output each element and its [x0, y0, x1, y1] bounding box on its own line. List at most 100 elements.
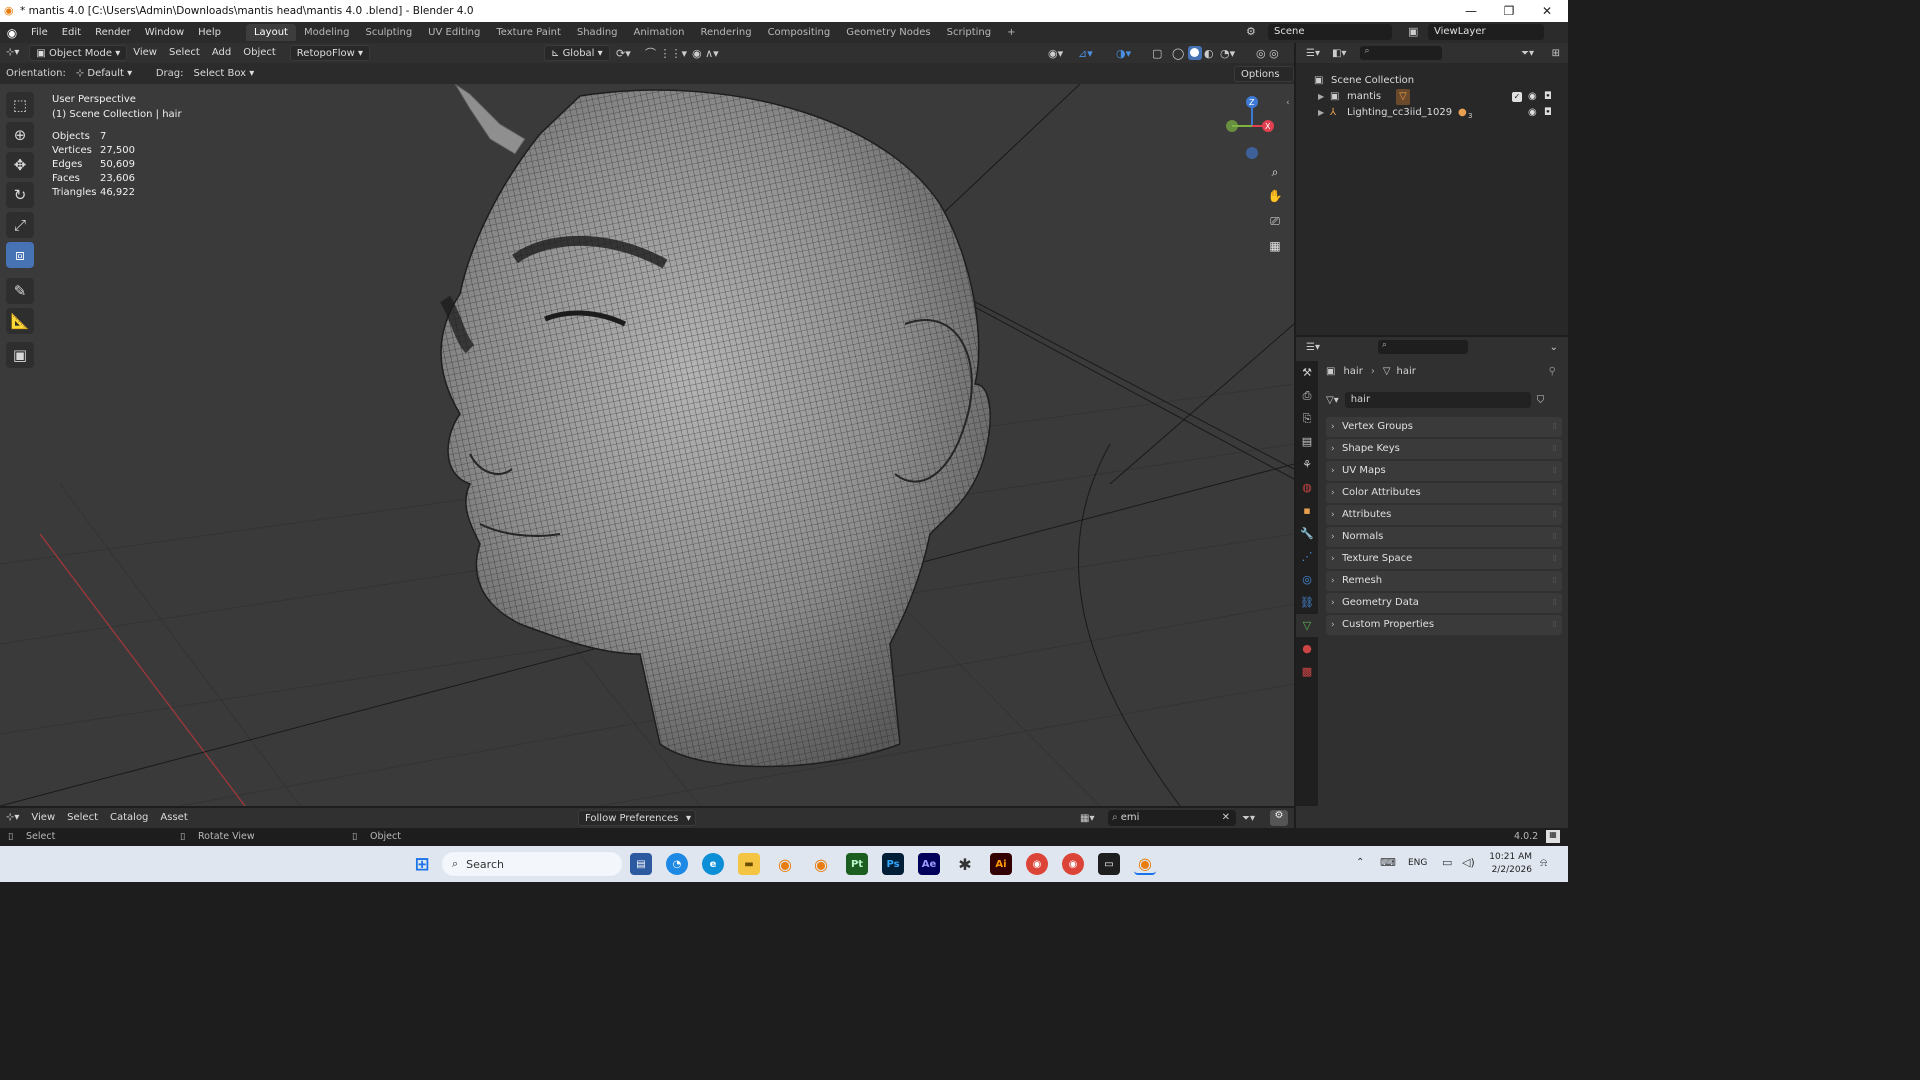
- close-window-button[interactable]: ✕: [1528, 0, 1566, 22]
- store-app-icon[interactable]: ▤: [630, 853, 652, 875]
- drag-grip-icon[interactable]: ⁞⁞: [1552, 593, 1557, 613]
- drag-grip-icon[interactable]: ⁞⁞: [1552, 461, 1557, 481]
- add-workspace-button[interactable]: +: [999, 24, 1023, 41]
- scene-selector-icon[interactable]: ⚙: [1246, 25, 1256, 38]
- drag-grip-icon[interactable]: ⁞⁞: [1552, 549, 1557, 569]
- eye-icon[interactable]: ◉: [1528, 89, 1537, 105]
- panel-geometry-data[interactable]: › Geometry Data ⁞⁞: [1326, 593, 1562, 613]
- editor-type-icon[interactable]: ⊹▾: [0, 45, 25, 61]
- edge-helper-app-icon[interactable]: ◔: [666, 853, 688, 875]
- clear-search-icon[interactable]: ✕: [1222, 810, 1230, 826]
- panel-color-attributes[interactable]: › Color Attributes ⁞⁞: [1326, 483, 1562, 503]
- asset-editor-icon[interactable]: ⊹▾: [0, 810, 25, 826]
- physics-tab-icon[interactable]: ◎: [1296, 568, 1318, 591]
- visibility-icon[interactable]: ◉▾: [1048, 47, 1063, 60]
- pivot-point-icon[interactable]: ⟳▾: [616, 47, 631, 60]
- navigation-gizmo[interactable]: Z X: [1222, 92, 1282, 162]
- tab-layout[interactable]: Layout: [245, 24, 296, 41]
- transform-orientation-dropdown[interactable]: ⊾ Global ▾: [544, 45, 610, 61]
- panel-vertex-groups[interactable]: › Vertex Groups ⁞⁞: [1326, 417, 1562, 437]
- scale-tool-icon[interactable]: ⤢: [6, 212, 34, 238]
- drag-grip-icon[interactable]: ⁞⁞: [1552, 483, 1557, 503]
- asset-menu-select[interactable]: Select: [61, 810, 104, 826]
- keyboard-icon[interactable]: ⌨: [1380, 856, 1396, 869]
- minimize-button[interactable]: —: [1452, 0, 1490, 22]
- outliner-item-scene-collection[interactable]: ▣ Scene Collection: [1296, 73, 1568, 89]
- output-tab-icon[interactable]: ⎘: [1296, 407, 1318, 430]
- taskbar-search-box[interactable]: ⌕ Search: [442, 852, 622, 876]
- tab-compositing[interactable]: Compositing: [760, 24, 839, 41]
- after-effects-icon[interactable]: Ae: [918, 853, 940, 875]
- blender-app-icon[interactable]: ◉: [774, 853, 796, 875]
- tool-tab-icon[interactable]: ⚒: [1296, 361, 1318, 384]
- panel-shape-keys[interactable]: › Shape Keys ⁞⁞: [1326, 439, 1562, 459]
- asset-menu-asset[interactable]: Asset: [154, 810, 193, 826]
- volume-icon[interactable]: ◁): [1462, 856, 1475, 869]
- modifier-tab-icon[interactable]: 🔧: [1296, 522, 1318, 545]
- display-mode-grid-icon[interactable]: ▦▾: [1080, 813, 1094, 824]
- menu-view[interactable]: View: [127, 45, 163, 61]
- terminal-icon[interactable]: ▭: [1098, 853, 1120, 875]
- panel-normals[interactable]: › Normals ⁞⁞: [1326, 527, 1562, 547]
- menu-select[interactable]: Select: [163, 45, 206, 61]
- view-layer-tab-icon[interactable]: ▤: [1296, 430, 1318, 453]
- ortho-grid-icon[interactable]: ▦: [1265, 236, 1285, 256]
- transform-tool-icon[interactable]: ⧈: [6, 242, 34, 268]
- orientation-dropdown[interactable]: ⊹ Default ▾: [70, 66, 146, 82]
- cursor-tool-icon[interactable]: ⊕: [6, 122, 34, 148]
- panel-uv-maps[interactable]: › UV Maps ⁞⁞: [1326, 461, 1562, 481]
- drag-grip-icon[interactable]: ⁞⁞: [1552, 527, 1557, 547]
- scene-tab-icon[interactable]: ⚘: [1296, 453, 1318, 476]
- tab-texture-paint[interactable]: Texture Paint: [488, 24, 569, 41]
- 3d-viewport[interactable]: Z X: [0, 84, 1294, 806]
- scene-field[interactable]: Scene: [1268, 24, 1392, 40]
- illustrator-icon[interactable]: Ai: [990, 853, 1012, 875]
- exclude-checkbox[interactable]: ✓: [1512, 92, 1522, 102]
- render-region-icon[interactable]: ◎ ◎: [1256, 47, 1279, 60]
- snap-icon[interactable]: ⌒ ⋮⋮▾: [645, 45, 687, 61]
- chrome-profile-icon[interactable]: ◉: [1062, 853, 1084, 875]
- rendered-shading-icon[interactable]: ◔▾: [1220, 47, 1235, 60]
- properties-editor-icon[interactable]: ☰▾: [1306, 342, 1320, 353]
- zbrush-icon[interactable]: ✱: [954, 853, 976, 875]
- panel-texture-space[interactable]: › Texture Space ⁞⁞: [1326, 549, 1562, 569]
- blender-menu-icon[interactable]: ◉: [0, 26, 24, 40]
- tab-rendering[interactable]: Rendering: [692, 24, 759, 41]
- drag-dropdown[interactable]: Select Box ▾: [187, 66, 260, 82]
- pan-hand-icon[interactable]: ✋: [1265, 186, 1285, 206]
- menu-file[interactable]: File: [24, 27, 55, 38]
- options-dropdown[interactable]: Options ▾: [1234, 65, 1294, 96]
- annotate-tool-icon[interactable]: ✎: [6, 278, 34, 304]
- mesh-browse-icon[interactable]: ▽▾: [1326, 395, 1339, 406]
- constraints-tab-icon[interactable]: ⛓: [1296, 591, 1318, 614]
- material-tab-icon[interactable]: ●: [1296, 637, 1318, 660]
- filter-icon[interactable]: ⏷▾: [1521, 48, 1534, 59]
- drag-grip-icon[interactable]: ⁞⁞: [1552, 571, 1557, 591]
- expand-arrow-icon[interactable]: ▶: [1318, 105, 1324, 121]
- outliner-item-lighting[interactable]: ▶ ⅄ Lighting_cc3iid_1029 ● 3 ◉ ◘: [1296, 105, 1568, 121]
- render-tab-icon[interactable]: ⎙: [1296, 384, 1318, 407]
- drag-grip-icon[interactable]: ⁞⁞: [1552, 505, 1557, 525]
- tab-geometry-nodes[interactable]: Geometry Nodes: [838, 24, 938, 41]
- drag-grip-icon[interactable]: ⁞⁞: [1552, 417, 1557, 437]
- tab-scripting[interactable]: Scripting: [939, 24, 999, 41]
- drag-grip-icon[interactable]: ⁞⁞: [1552, 439, 1557, 459]
- panel-custom-properties[interactable]: › Custom Properties ⁞⁞: [1326, 615, 1562, 635]
- outliner-editor-icon[interactable]: ☰▾: [1306, 48, 1320, 59]
- file-explorer-icon[interactable]: ▬: [738, 853, 760, 875]
- proportional-edit-icon[interactable]: ◉ ∧▾: [692, 47, 719, 60]
- expand-arrow-icon[interactable]: ▶: [1318, 89, 1324, 105]
- photoshop-icon[interactable]: Ps: [882, 853, 904, 875]
- select-box-tool-icon[interactable]: ⬚: [6, 92, 34, 118]
- gizmo-toggle-icon[interactable]: ⊿▾: [1078, 47, 1093, 60]
- material-shading-icon[interactable]: ◐: [1204, 47, 1214, 60]
- retopoflow-dropdown[interactable]: RetopoFlow ▾: [289, 45, 370, 61]
- panel-attributes[interactable]: › Attributes ⁞⁞: [1326, 505, 1562, 525]
- edge-browser-icon[interactable]: e: [702, 853, 724, 875]
- measure-tool-icon[interactable]: 📐: [6, 308, 34, 334]
- display-mode-icon[interactable]: ◧▾: [1332, 48, 1346, 59]
- menu-add[interactable]: Add: [206, 45, 237, 61]
- maximize-button[interactable]: ❐: [1490, 0, 1528, 22]
- asset-search-input[interactable]: ⌕ emi ✕: [1108, 810, 1236, 826]
- tab-modeling[interactable]: Modeling: [296, 24, 358, 41]
